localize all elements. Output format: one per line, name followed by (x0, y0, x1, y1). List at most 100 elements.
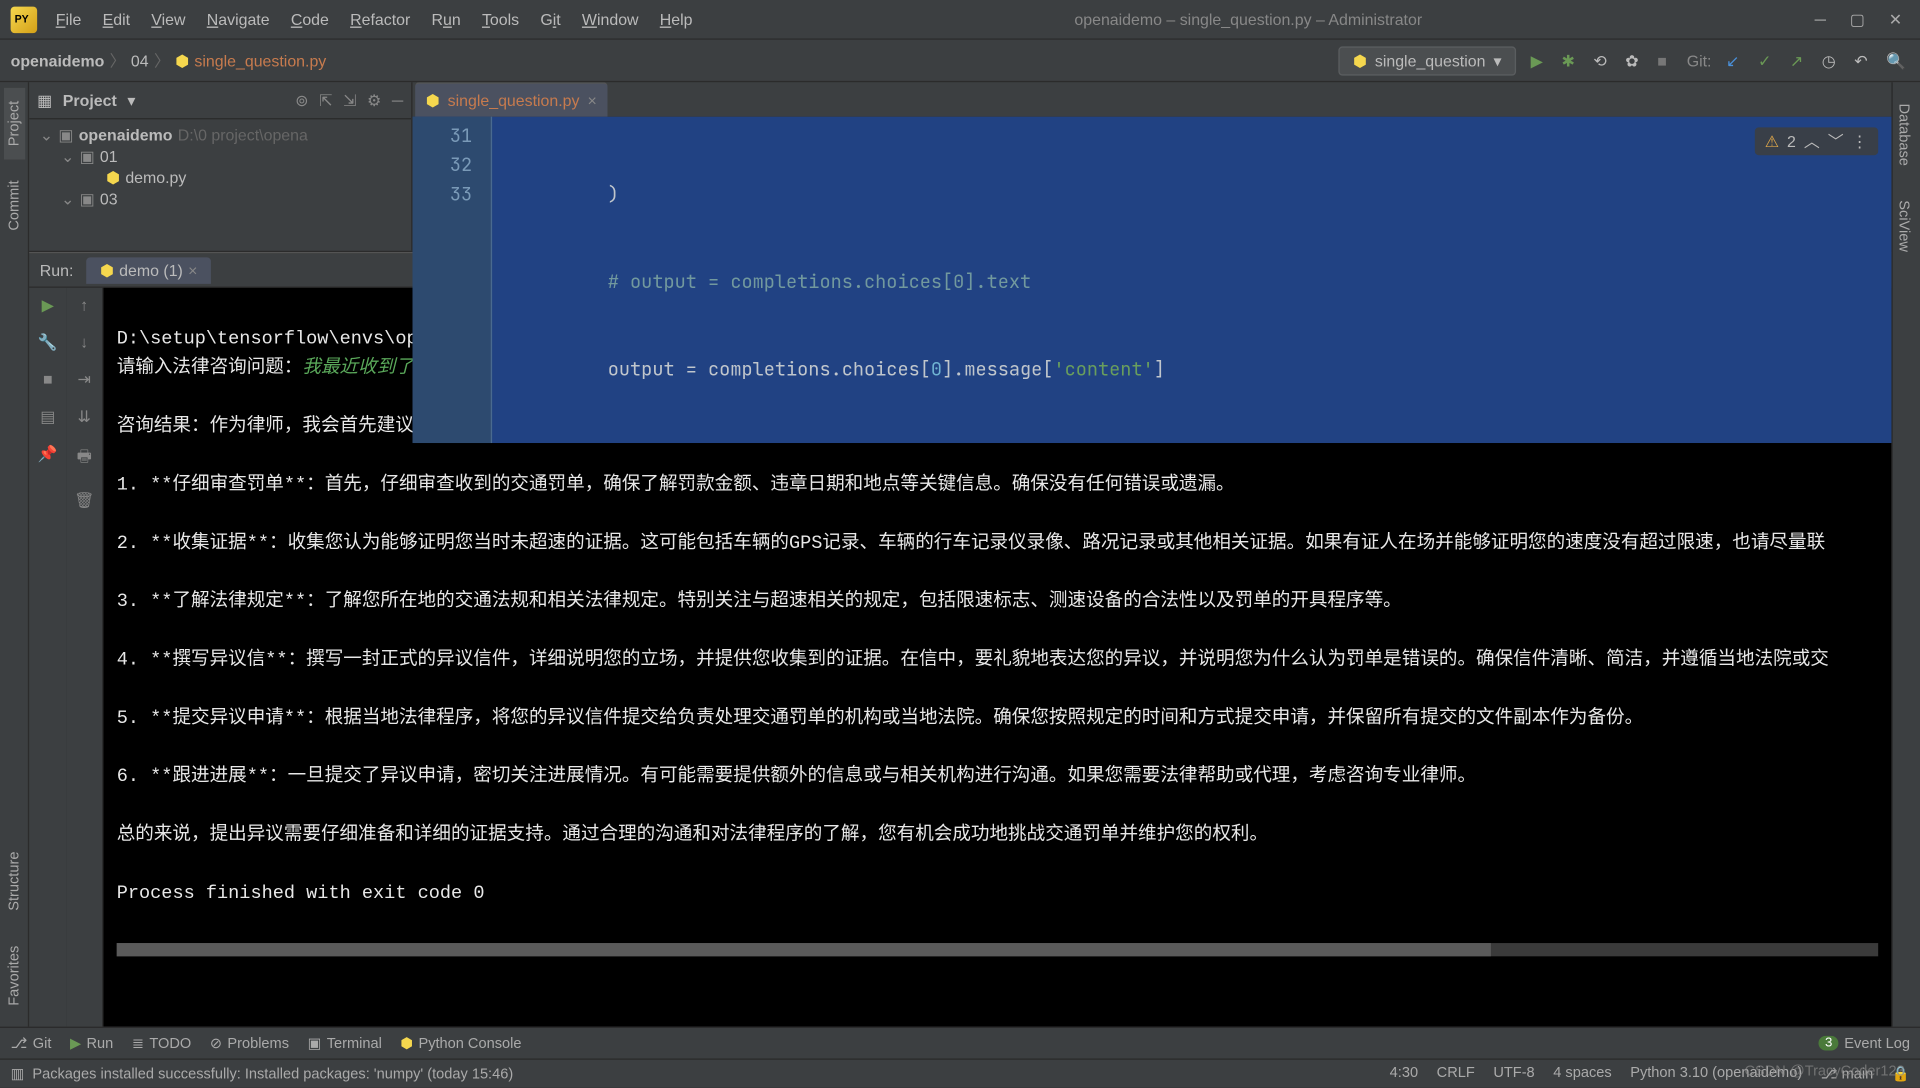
next-highlight-icon[interactable]: ﹀ (1828, 130, 1844, 153)
menu-view[interactable]: View (143, 5, 193, 34)
menu-file[interactable]: File (48, 5, 90, 34)
stop-icon[interactable]: ■ (43, 370, 53, 389)
trash-icon[interactable]: 🗑 (74, 491, 94, 510)
code-text: output = completions.choices[ (519, 358, 931, 382)
menu-help[interactable]: Help (652, 5, 701, 34)
bottom-problems[interactable]: ⊘Problems (210, 1035, 289, 1052)
profile-icon[interactable]: ✿ (1621, 51, 1642, 70)
bottom-git[interactable]: ⎇Git (11, 1035, 52, 1052)
chevron-down-icon[interactable]: ⌄ (61, 190, 74, 209)
sidebar-tab-database[interactable]: Database (1893, 90, 1914, 179)
softwrap-icon[interactable]: ⇥ (78, 370, 91, 389)
maximize-icon[interactable]: ▢ (1850, 10, 1865, 29)
git-commit-icon[interactable]: ✓ (1754, 51, 1775, 70)
wrench-icon[interactable]: 🔧 (38, 333, 58, 352)
menu-refactor[interactable]: Refactor (342, 5, 418, 34)
event-log-button[interactable]: 3Event Log (1818, 1035, 1910, 1051)
tree-file[interactable]: ⬢demo.py (29, 167, 411, 188)
sidebar-tab-favorites[interactable]: Favorites (3, 932, 24, 1019)
tree-folder[interactable]: ⌄▣03 (29, 188, 411, 209)
tree-root[interactable]: ⌄ ▣ openaidemo D:\0 project\opena (29, 125, 411, 146)
menu-run[interactable]: Run (424, 5, 469, 34)
line-number: 31 (413, 122, 473, 151)
run-tab[interactable]: ⬢ demo (1) × (87, 257, 211, 284)
play-icon: ▶ (70, 1035, 81, 1052)
git-toolbar-label: Git: (1687, 51, 1712, 70)
chevron-down-icon[interactable]: ▾ (127, 91, 135, 110)
hide-icon[interactable]: ─ (392, 91, 403, 110)
locate-icon[interactable]: ⊚ (295, 91, 308, 110)
code-area[interactable]: ) # output = completions.choices[0].text… (492, 117, 1891, 443)
sidebar-tab-sciview[interactable]: SciView (1893, 187, 1914, 265)
close-tab-icon[interactable]: × (188, 261, 197, 280)
python-file-icon: ⬢ (175, 51, 189, 70)
window-title: openaidemo – single_question.py – Admini… (700, 10, 1796, 29)
breadcrumb-root[interactable]: openaidemo (11, 51, 105, 70)
layout-icon[interactable]: ▤ (40, 407, 55, 426)
code-number: 0 (931, 358, 942, 382)
project-title: Project (63, 91, 117, 110)
rerun-icon[interactable]: ▶ (42, 296, 54, 315)
console-line: 4. **撰写异议信**：撰写一封正式的异议信件，详细说明您的立场，并提供您收集… (117, 650, 1829, 671)
horizontal-scrollbar[interactable] (117, 943, 1878, 956)
right-tool-strip: Database SciView (1891, 82, 1920, 1026)
git-push-icon[interactable]: ↗ (1786, 51, 1807, 70)
project-tree[interactable]: ⌄ ▣ openaidemo D:\0 project\opena ⌄▣01 ⬢… (29, 119, 411, 215)
chevron-down-icon[interactable]: ⌄ (40, 126, 53, 145)
coverage-icon[interactable]: ⟲ (1589, 51, 1610, 70)
python-icon: ⬢ (100, 261, 114, 280)
print-icon[interactable]: 🖶 (77, 444, 92, 472)
run-config-selector[interactable]: ⬢ single_question ▾ (1338, 46, 1516, 75)
inspections-widget[interactable]: ⚠ 2 ︿ ﹀ ⋮ (1754, 127, 1878, 155)
bottom-run[interactable]: ▶Run (70, 1035, 113, 1052)
menu-tools[interactable]: Tools (474, 5, 527, 34)
line-number: 32 (413, 151, 473, 180)
expand-icon[interactable]: ⇱ (319, 91, 332, 110)
breadcrumb-file[interactable]: single_question.py (194, 51, 326, 70)
down-icon[interactable]: ↓ (80, 333, 88, 352)
more-icon[interactable]: ⋮ (1852, 132, 1868, 151)
folder-icon: ▣ (80, 190, 95, 209)
menu-code[interactable]: Code (283, 5, 337, 34)
close-tab-icon[interactable]: × (587, 91, 596, 110)
menu-navigate[interactable]: Navigate (199, 5, 278, 34)
folder-icon: ▣ (80, 147, 95, 166)
title-bar: File Edit View Navigate Code Refactor Ru… (0, 0, 1920, 40)
stop-icon[interactable]: ■ (1653, 51, 1671, 70)
bottom-terminal[interactable]: ▣Terminal (308, 1035, 382, 1052)
warning-icon: ⚠ (1765, 132, 1779, 151)
menu-window[interactable]: Window (574, 5, 647, 34)
bottom-pyconsole[interactable]: ⬢Python Console (400, 1035, 521, 1052)
folder-icon: ▣ (58, 126, 73, 145)
rollback-icon[interactable]: ↶ (1850, 51, 1871, 70)
chevron-down-icon[interactable]: ⌄ (61, 147, 74, 166)
collapse-icon[interactable]: ⇲ (343, 91, 356, 110)
history-icon[interactable]: ◷ (1818, 51, 1840, 70)
console-line: 6. **跟进进展**：一旦提交了异议申请，密切关注进展情况。有可能需要提供额外… (117, 767, 1476, 788)
bottom-todo[interactable]: ≣TODO (132, 1035, 191, 1052)
tree-folder[interactable]: ⌄▣01 (29, 146, 411, 167)
breadcrumb-dir[interactable]: 04 (131, 51, 149, 70)
git-pull-icon[interactable]: ↙ (1722, 51, 1743, 70)
gear-icon[interactable]: ⚙ (367, 91, 381, 110)
scroll-icon[interactable]: ⇊ (78, 407, 91, 426)
chevron-down-icon: ▾ (1493, 51, 1501, 70)
search-icon[interactable]: 🔍 (1882, 51, 1910, 70)
minimize-icon[interactable]: ─ (1815, 10, 1826, 29)
up-icon[interactable]: ↑ (80, 296, 88, 315)
run-toolbar-right: ↑ ↓ ⇥ ⇊ 🖶 🗑 (66, 288, 103, 1027)
sidebar-tab-structure[interactable]: Structure (3, 838, 24, 924)
branch-icon: ⎇ (11, 1035, 28, 1052)
code-text (519, 271, 608, 295)
sidebar-tab-project[interactable]: Project (3, 88, 24, 160)
close-icon[interactable]: ✕ (1889, 10, 1902, 29)
run-icon[interactable]: ▶ (1527, 51, 1547, 70)
editor-tab[interactable]: ⬢ single_question.py × (415, 82, 607, 116)
pin-icon[interactable]: 📌 (38, 444, 58, 463)
prev-highlight-icon[interactable]: ︿ (1804, 130, 1820, 153)
menu-edit[interactable]: Edit (95, 5, 138, 34)
sidebar-tab-commit[interactable]: Commit (3, 167, 24, 244)
menu-git[interactable]: Git (532, 5, 568, 34)
editor-body[interactable]: 31 32 33 ) # output = completions.choice… (413, 117, 1892, 443)
debug-icon[interactable]: ✱ (1557, 51, 1578, 70)
